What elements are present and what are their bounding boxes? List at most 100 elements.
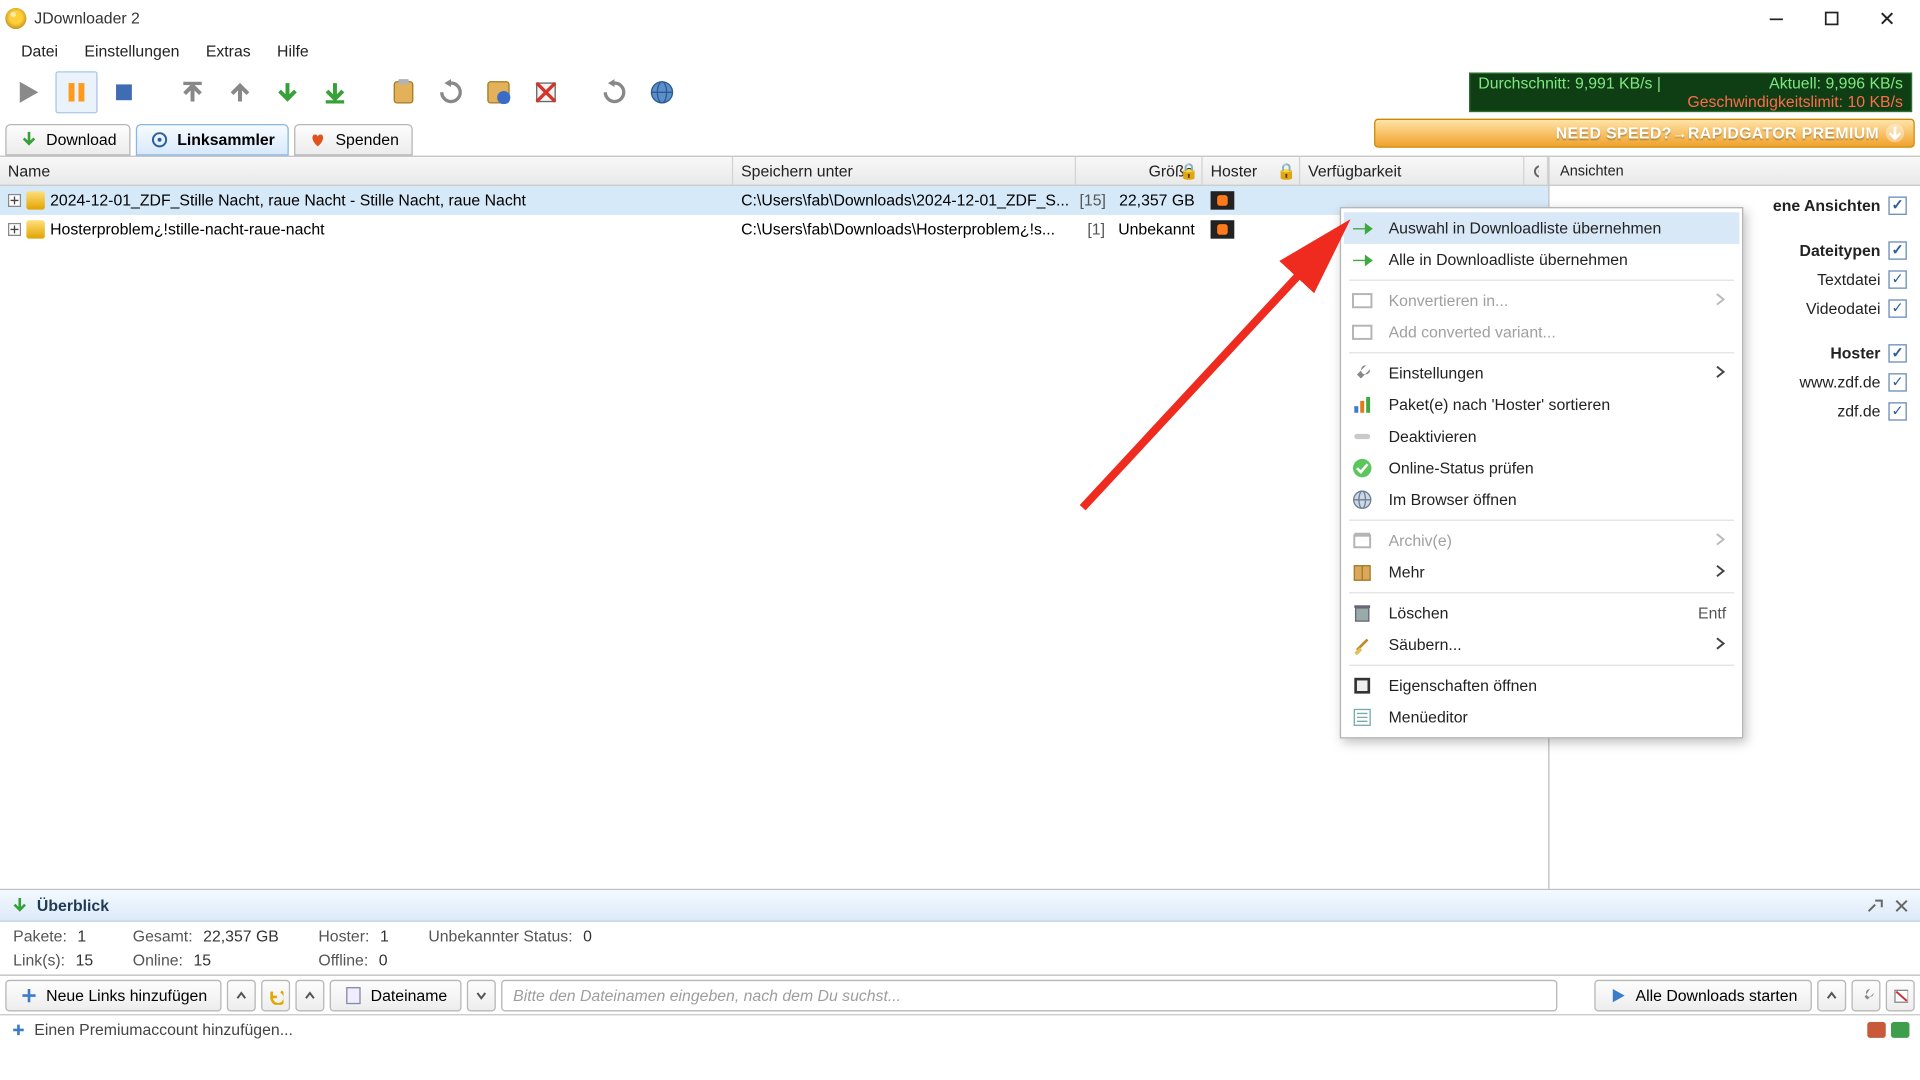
table-row[interactable]: 2024-12-01_ZDF_Stille Nacht, raue Nacht … <box>0 186 1548 215</box>
col-hoster[interactable]: Hoster🔒 <box>1203 157 1301 185</box>
context-separator <box>1349 665 1734 666</box>
checkbox-icon[interactable]: ✓ <box>1888 196 1906 214</box>
checkbox-icon[interactable]: ✓ <box>1888 402 1906 420</box>
context-item[interactable]: Auswahl in Downloadliste übernehmen <box>1344 212 1740 244</box>
broom-icon <box>1349 632 1375 658</box>
chevron-up-icon <box>236 990 247 1001</box>
context-item[interactable]: Im Browser öffnen <box>1344 484 1740 516</box>
context-kbd: Entf <box>1698 604 1726 622</box>
context-item-label: Paket(e) nach 'Hoster' sortieren <box>1389 396 1611 414</box>
context-item[interactable]: Einstellungen <box>1344 357 1740 389</box>
checkbox-icon[interactable]: ✓ <box>1888 241 1906 259</box>
close-button[interactable] <box>1859 3 1914 35</box>
expand-icon[interactable] <box>8 194 21 207</box>
row-count: [1] <box>1087 220 1105 238</box>
chevron-up-icon <box>1826 990 1837 1001</box>
menu-file[interactable]: Datei <box>8 40 71 64</box>
ov-pakete: 1 <box>77 927 86 945</box>
add-links-menu[interactable] <box>227 979 256 1011</box>
clipboard-button[interactable] <box>382 71 424 113</box>
start-all-menu[interactable] <box>1817 979 1846 1011</box>
add-premium-link[interactable]: Einen Premiumaccount hinzufügen... <box>34 1020 293 1038</box>
pause-button[interactable] <box>55 71 97 113</box>
undo-button[interactable] <box>261 979 290 1011</box>
checkbox-icon[interactable]: ✓ <box>1888 344 1906 362</box>
col-avail[interactable]: Verfügbarkeit <box>1300 157 1524 185</box>
bottom-clear-button[interactable] <box>1886 979 1915 1011</box>
move-bottom-button[interactable] <box>314 71 356 113</box>
filename-menu[interactable] <box>467 979 496 1011</box>
move-down-button[interactable] <box>266 71 308 113</box>
update-button[interactable] <box>641 71 683 113</box>
overview-popout-button[interactable] <box>1865 896 1886 914</box>
expand-icon[interactable] <box>8 223 21 236</box>
context-item[interactable]: Deaktivieren <box>1344 421 1740 453</box>
context-item-label: Deaktivieren <box>1389 427 1477 445</box>
context-item[interactable]: Paket(e) nach 'Hoster' sortieren <box>1344 389 1740 421</box>
context-item[interactable]: Eigenschaften öffnen <box>1344 670 1740 702</box>
col-name[interactable]: Name <box>0 157 733 185</box>
ov-hoster: 1 <box>380 927 389 945</box>
reconnect-button[interactable] <box>593 71 635 113</box>
context-item-label: Mehr <box>1389 563 1425 581</box>
hoster-badge <box>1211 191 1235 209</box>
context-item[interactable]: LöschenEntf <box>1344 597 1740 629</box>
undo-icon <box>268 986 284 1004</box>
checkbox-icon[interactable]: ✓ <box>1888 373 1906 391</box>
row-save: C:\Users\fab\Downloads\Hosterproblem¿!s.… <box>733 215 1076 244</box>
context-item[interactable]: Säubern... <box>1344 629 1740 661</box>
col-size[interactable]: Größe🔒 <box>1076 157 1203 185</box>
context-item: Add converted variant... <box>1344 316 1740 348</box>
col-settings[interactable] <box>1524 157 1548 185</box>
context-item: Konvertieren in... <box>1344 285 1740 317</box>
chevron-right-icon <box>1716 364 1727 382</box>
context-menu: Auswahl in Downloadliste übernehmenAlle … <box>1340 207 1744 738</box>
move-up-button[interactable] <box>219 71 261 113</box>
linkgrabber-table: Name Speichern unter Größe🔒 Hoster🔒 Verf… <box>0 157 1549 889</box>
filename-button[interactable]: Dateiname <box>330 979 462 1011</box>
menu-extras[interactable]: Extras <box>193 40 264 64</box>
overview-title: Überblick <box>37 896 109 914</box>
promo-banner[interactable]: NEED SPEED?→RAPIDGATOR PREMIUM <box>1374 119 1915 148</box>
context-item-label: Einstellungen <box>1389 364 1484 382</box>
chevron-up-icon <box>305 990 316 1001</box>
checkbox-icon[interactable]: ✓ <box>1888 299 1906 317</box>
table-row[interactable]: Hosterproblem¿!stille-nacht-raue-nacht C… <box>0 215 1548 244</box>
auto-reconnect-button[interactable] <box>430 71 472 113</box>
context-item[interactable]: Online-Status prüfen <box>1344 452 1740 484</box>
minimize-button[interactable] <box>1749 3 1804 35</box>
convert-icon <box>1349 287 1375 313</box>
row-name: 2024-12-01_ZDF_Stille Nacht, raue Nacht … <box>50 191 526 209</box>
ov-online: 15 <box>193 951 211 969</box>
column-headers: Name Speichern unter Größe🔒 Hoster🔒 Verf… <box>0 157 1548 186</box>
bottom-settings-button[interactable] <box>1851 979 1880 1011</box>
clipboard-monitor-button[interactable] <box>477 71 519 113</box>
reload-icon <box>436 78 465 107</box>
file-icon <box>344 986 362 1004</box>
delete-button[interactable] <box>525 71 567 113</box>
menu-help[interactable]: Hilfe <box>264 40 322 64</box>
add-links-button[interactable]: Neue Links hinzufügen <box>5 979 221 1011</box>
context-item[interactable]: Menüeditor <box>1344 702 1740 734</box>
context-item[interactable]: Mehr <box>1344 556 1740 588</box>
context-item[interactable]: Alle in Downloadliste übernehmen <box>1344 244 1740 276</box>
start-all-button[interactable]: Alle Downloads starten <box>1595 979 1812 1011</box>
tab-download[interactable]: Download <box>5 124 131 156</box>
undo-menu[interactable] <box>296 979 325 1011</box>
move-top-button[interactable] <box>171 71 213 113</box>
checkbox-icon[interactable]: ✓ <box>1888 270 1906 288</box>
move-bottom-icon <box>320 78 349 107</box>
folder-icon <box>26 220 44 238</box>
maximize-button[interactable] <box>1804 3 1859 35</box>
close-icon <box>1879 11 1895 27</box>
overview-panel: Überblick Pakete:1 Link(s):15 Gesamt:22,… <box>0 889 1920 975</box>
tab-donate[interactable]: Spenden <box>295 124 414 156</box>
menu-settings[interactable]: Einstellungen <box>71 40 192 64</box>
col-save[interactable]: Speichern unter <box>733 157 1076 185</box>
stop-button[interactable] <box>103 71 145 113</box>
overview-close-button[interactable] <box>1891 896 1912 914</box>
play-button[interactable] <box>8 71 50 113</box>
search-input[interactable]: Bitte den Dateinamen eingeben, nach dem … <box>501 979 1557 1011</box>
tab-linkgrabber[interactable]: Linksammler <box>136 124 289 156</box>
table-rows[interactable]: 2024-12-01_ZDF_Stille Nacht, raue Nacht … <box>0 186 1548 889</box>
